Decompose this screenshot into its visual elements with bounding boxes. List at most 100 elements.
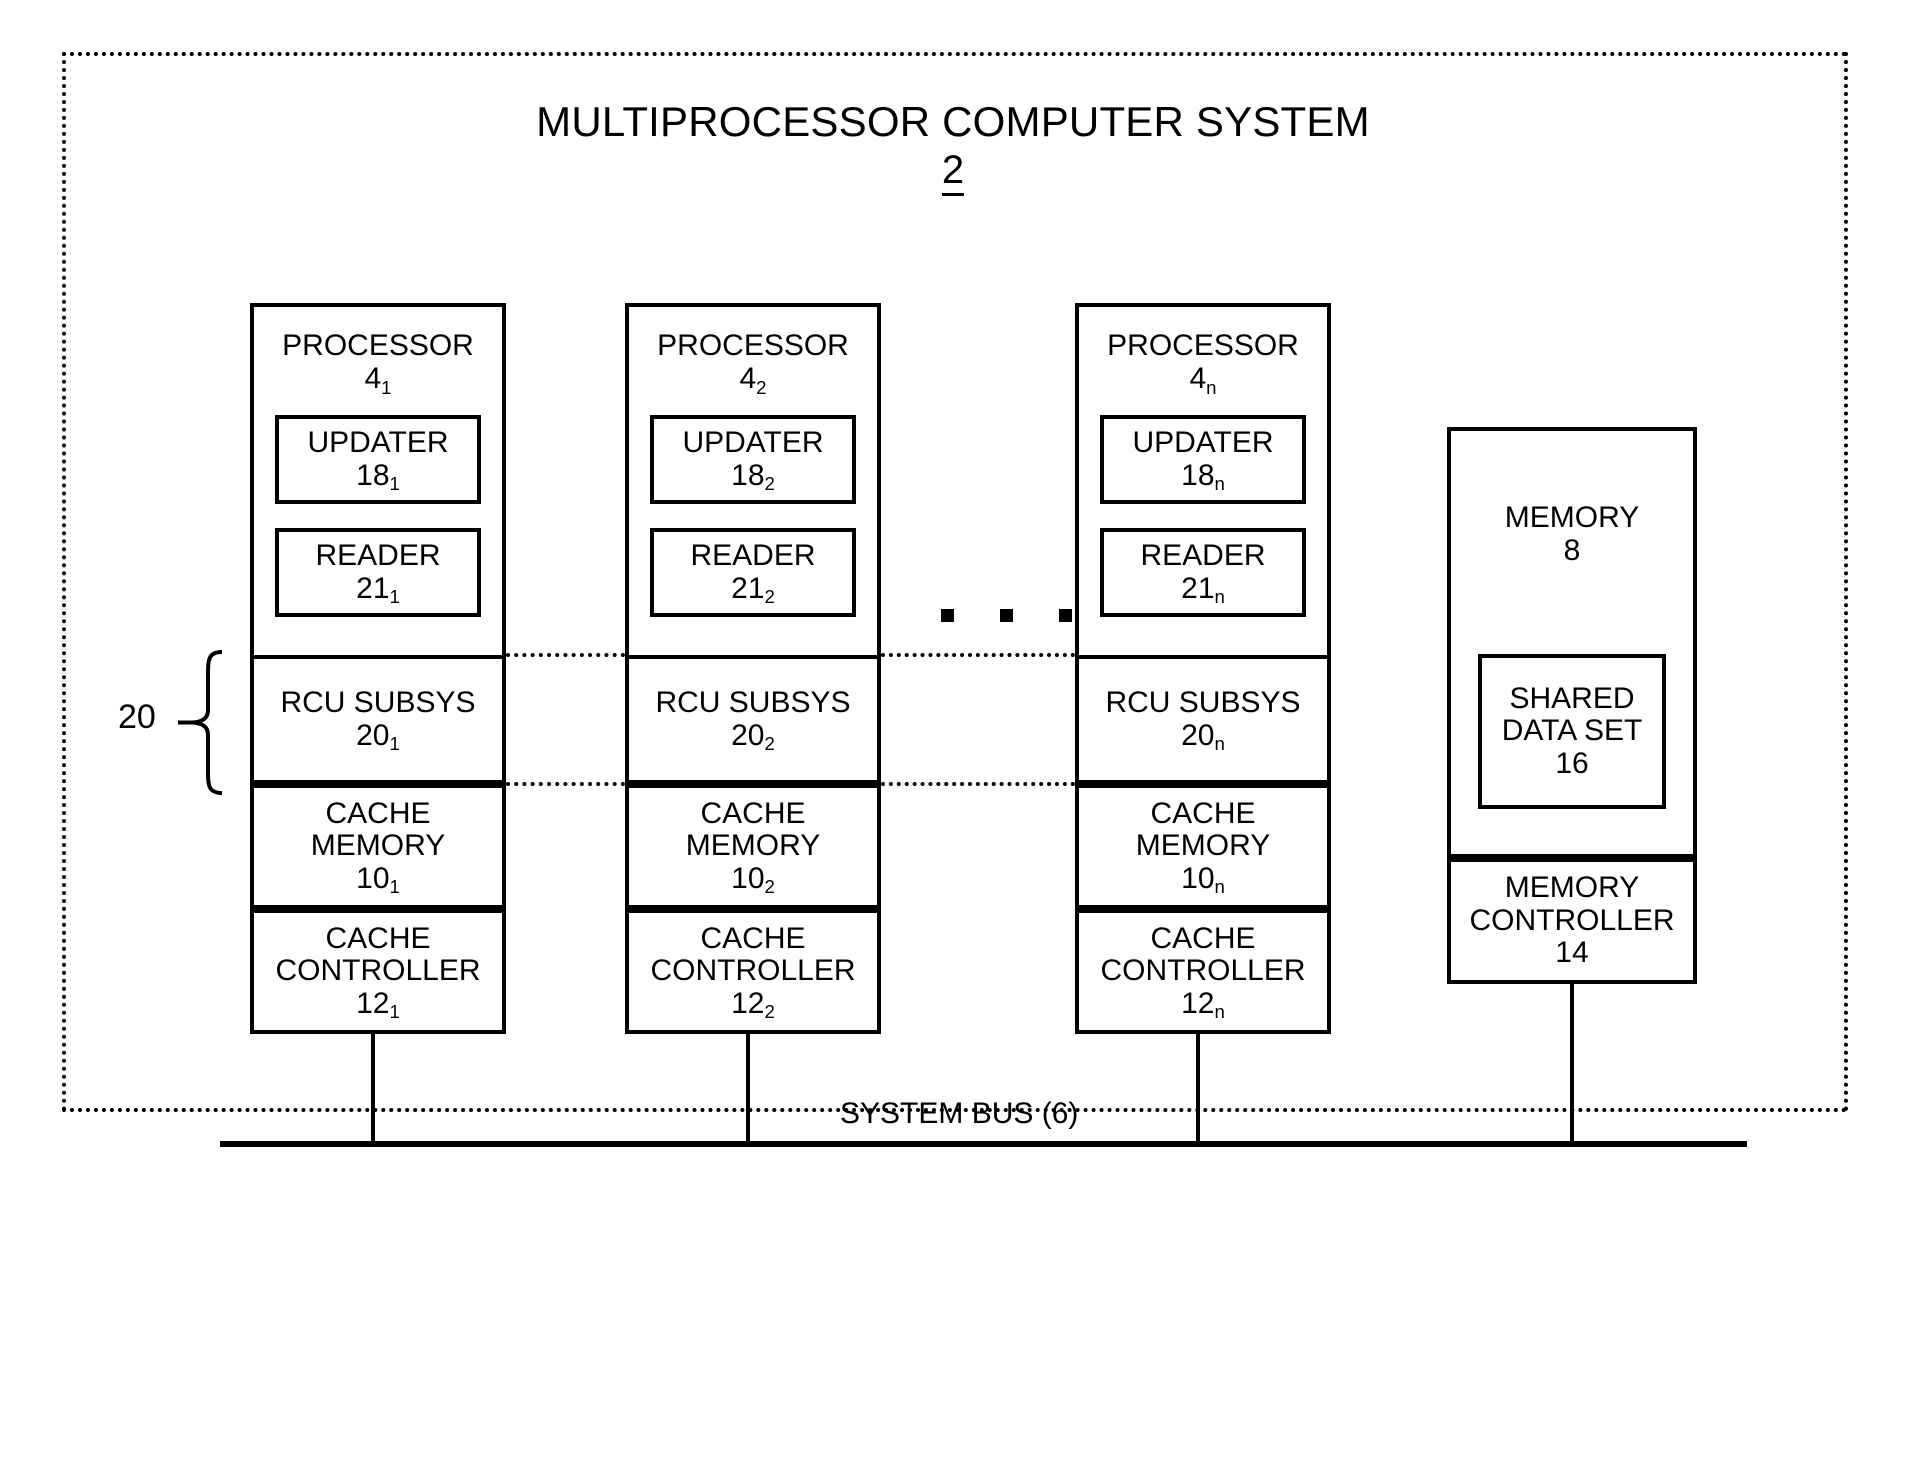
cache-memory-2-subscript: 2 xyxy=(764,876,775,898)
ellipsis-dot-2 xyxy=(1000,609,1013,622)
cache-memory-1-ref: 10 xyxy=(356,861,390,895)
bus-drop-line-n xyxy=(1196,1034,1200,1144)
processor-2-label: PROCESSOR 42 xyxy=(629,329,877,398)
cache-controller-n-line2: CONTROLLER xyxy=(1100,954,1306,988)
rcu-subsys-block-2: RCU SUBSYS 202 xyxy=(625,655,881,784)
rcu-1-ref-line: 201 xyxy=(280,719,475,754)
cache-memory-2-line2: MEMORY xyxy=(685,829,821,863)
cache-memory-1-ref-line: 101 xyxy=(311,861,445,898)
shared-data-set-ref: 16 xyxy=(1555,746,1589,780)
rcu-2-subscript: 2 xyxy=(764,733,775,755)
ellipsis-dot-1 xyxy=(941,609,954,622)
updater-1-ref-line: 181 xyxy=(279,458,477,495)
updater-2-label: UPDATER 182 xyxy=(654,426,852,493)
cache-controller-n-ref-line: 12n xyxy=(1100,986,1305,1023)
reader-1-label: READER 211 xyxy=(279,539,477,608)
rcu-subsys-block-n: RCU SUBSYS 20n xyxy=(1075,655,1331,784)
rcu-1-name: RCU SUBSYS xyxy=(280,686,476,720)
reader-2-name: READER xyxy=(690,539,816,573)
reader-2-ref: 21 xyxy=(731,571,765,605)
reader-n-label: READER 21n xyxy=(1104,539,1302,608)
updater-1-ref: 18 xyxy=(356,458,390,492)
cache-memory-2-ref: 10 xyxy=(731,861,765,895)
cache-memory-2-line1: CACHE xyxy=(700,796,806,830)
updater-n-label: UPDATER 18n xyxy=(1104,426,1302,495)
reader-1-subscript: 1 xyxy=(389,586,400,608)
rcu-connector-bottom-1-2 xyxy=(506,782,625,786)
cache-memory-n-ref-line: 10n xyxy=(1136,861,1270,898)
bus-drop-line-memory xyxy=(1570,984,1574,1144)
reader-1-ref-line: 211 xyxy=(279,572,477,608)
memory-controller-block: MEMORY CONTROLLER 14 xyxy=(1447,858,1697,984)
shared-data-set-line2: DATA SET xyxy=(1501,714,1643,748)
processor-1-subscript: 1 xyxy=(381,376,392,398)
memory-controller-label: MEMORY CONTROLLER 14 xyxy=(1469,872,1674,969)
updater-n-subscript: n xyxy=(1214,473,1225,495)
rcu-2-ref-line: 202 xyxy=(655,718,850,755)
rcu-1-label: RCU SUBSYS 201 xyxy=(280,686,476,754)
cache-memory-block-1: CACHE MEMORY 101 xyxy=(250,784,506,909)
cache-controller-2-line2: CONTROLLER xyxy=(650,954,856,988)
updater-2-ref: 18 xyxy=(731,458,765,492)
patent-figure: MULTIPROCESSOR COMPUTER SYSTEM 2 PROCESS… xyxy=(0,0,1906,1468)
rcu-n-subscript: n xyxy=(1214,733,1225,755)
cache-memory-block-2: CACHE MEMORY 102 xyxy=(625,784,881,909)
updater-block-1: UPDATER 181 xyxy=(275,415,481,504)
reader-1-name: READER xyxy=(315,539,441,573)
cache-controller-1-line1: CACHE xyxy=(325,921,431,955)
rcu-n-name: RCU SUBSYS xyxy=(1105,686,1301,720)
rcu-2-ref: 20 xyxy=(731,718,765,752)
reader-block-2: READER 212 xyxy=(650,528,856,617)
reader-block-n: READER 21n xyxy=(1100,528,1306,617)
cache-memory-n-line2: MEMORY xyxy=(1135,829,1271,863)
cache-memory-1-line1: CACHE xyxy=(325,796,431,830)
ellipsis-dot-3 xyxy=(1059,609,1072,622)
cache-memory-n-subscript: n xyxy=(1214,876,1225,898)
reader-n-name: READER xyxy=(1140,539,1266,573)
updater-1-subscript: 1 xyxy=(389,473,400,495)
rcu-n-ref: 20 xyxy=(1181,718,1215,752)
memory-controller-line2: CONTROLLER xyxy=(1469,903,1675,937)
updater-block-n: UPDATER 18n xyxy=(1100,415,1306,504)
reader-n-subscript: n xyxy=(1214,586,1225,608)
rcu-2-name: RCU SUBSYS xyxy=(655,686,851,720)
reader-n-ref: 21 xyxy=(1181,571,1215,605)
processor-1-label: PROCESSOR 41 xyxy=(254,329,502,398)
processor-n-subscript: n xyxy=(1206,376,1217,398)
updater-1-label: UPDATER 181 xyxy=(279,426,477,495)
memory-name: MEMORY xyxy=(1504,501,1640,534)
updater-1-name: UPDATER xyxy=(307,426,449,460)
rcu-connector-top-1-2 xyxy=(506,653,625,657)
processor-n-name: PROCESSOR xyxy=(1107,329,1299,362)
cache-controller-n-subscript: n xyxy=(1214,1001,1225,1023)
cache-controller-2-subscript: 2 xyxy=(764,1001,775,1023)
cache-controller-n-label: CACHE CONTROLLER 12n xyxy=(1100,921,1306,1023)
cache-memory-2-ref-line: 102 xyxy=(686,861,820,898)
cache-controller-block-2: CACHE CONTROLLER 122 xyxy=(625,909,881,1034)
cache-controller-block-n: CACHE CONTROLLER 12n xyxy=(1075,909,1331,1034)
processor-1-ref: 4 xyxy=(364,362,382,395)
processor-2-subscript: 2 xyxy=(756,376,767,398)
cache-controller-n-ref: 12 xyxy=(1181,986,1215,1020)
rcu-n-ref-line: 20n xyxy=(1105,718,1300,755)
rcu-group-brace xyxy=(178,650,224,795)
cache-controller-n-line1: CACHE xyxy=(1150,921,1256,955)
reader-block-1: READER 211 xyxy=(275,528,481,617)
cache-memory-1-label: CACHE MEMORY 101 xyxy=(310,796,446,898)
cache-memory-n-ref: 10 xyxy=(1181,861,1215,895)
rcu-n-label: RCU SUBSYS 20n xyxy=(1105,686,1301,755)
cache-memory-1-line2: MEMORY xyxy=(310,829,446,863)
rcu-2-label: RCU SUBSYS 202 xyxy=(655,686,851,755)
cache-controller-2-line1: CACHE xyxy=(700,921,806,955)
updater-2-name: UPDATER xyxy=(682,426,824,460)
updater-n-ref: 18 xyxy=(1181,458,1215,492)
memory-label: MEMORY 8 xyxy=(1451,501,1693,567)
figure-number-value: 2 xyxy=(941,148,965,196)
system-bus-line xyxy=(220,1141,1747,1147)
cache-memory-1-subscript: 1 xyxy=(389,876,400,898)
cache-memory-block-n: CACHE MEMORY 10n xyxy=(1075,784,1331,909)
cache-controller-1-ref: 12 xyxy=(356,986,390,1020)
processor-1-name: PROCESSOR xyxy=(282,329,474,362)
cache-controller-1-ref-line: 121 xyxy=(275,986,480,1022)
reader-2-ref-line: 212 xyxy=(654,571,852,607)
